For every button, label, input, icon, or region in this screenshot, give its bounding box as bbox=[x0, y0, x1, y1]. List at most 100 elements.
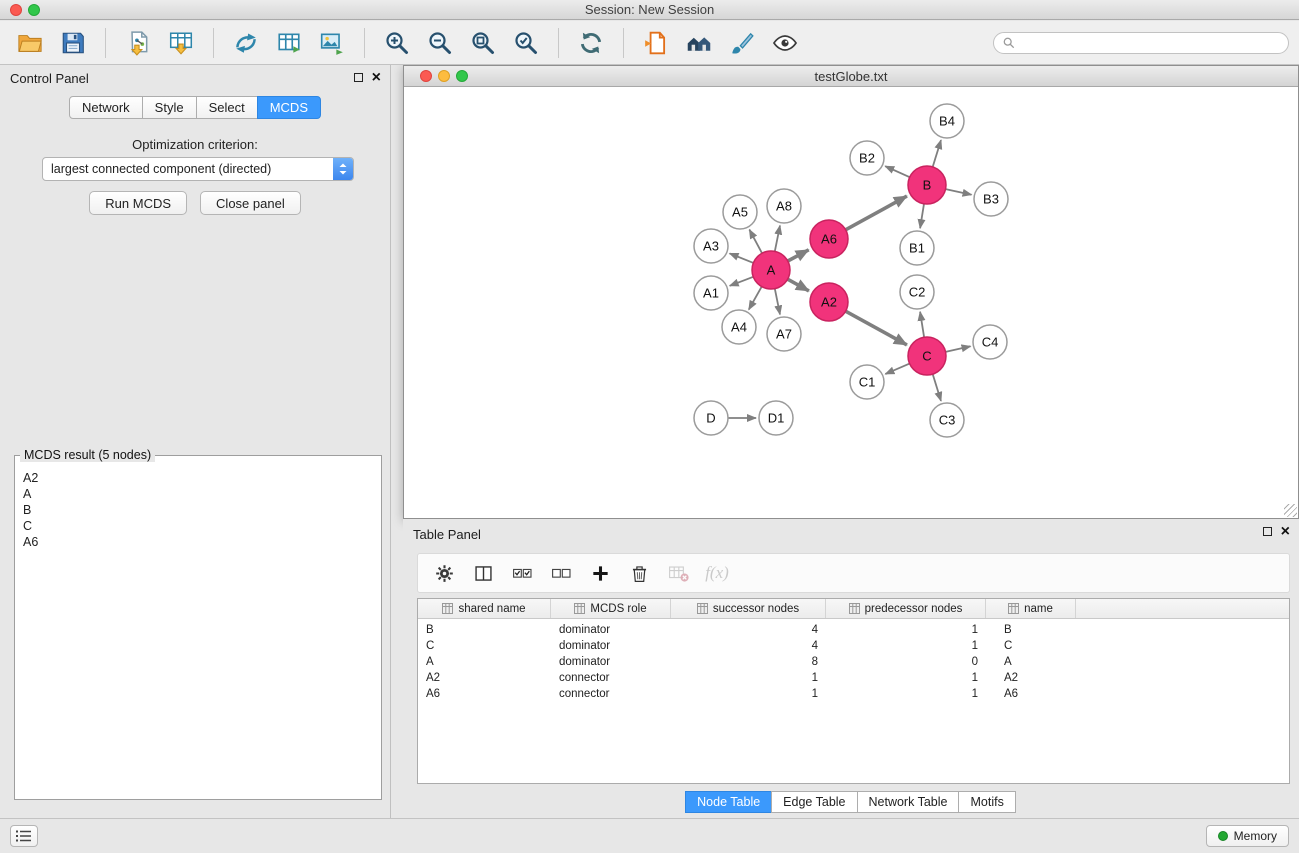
tab-network[interactable]: Network bbox=[69, 96, 143, 119]
node-B[interactable]: B bbox=[908, 166, 946, 204]
node-A5[interactable]: A5 bbox=[723, 195, 757, 229]
node-A4[interactable]: A4 bbox=[722, 310, 756, 344]
column-header-name[interactable]: name bbox=[986, 599, 1076, 618]
delete-table-button[interactable] bbox=[660, 557, 696, 589]
table-panel-float-button[interactable] bbox=[1263, 527, 1272, 536]
node-B2[interactable]: B2 bbox=[850, 141, 884, 175]
node-C2[interactable]: C2 bbox=[900, 275, 934, 309]
show-columns-button[interactable] bbox=[465, 557, 501, 589]
tab-node-table[interactable]: Node Table bbox=[685, 791, 772, 813]
result-item[interactable]: C bbox=[23, 518, 373, 534]
column-header-MCDS-role[interactable]: MCDS role bbox=[551, 599, 671, 618]
result-item[interactable]: A6 bbox=[23, 534, 373, 550]
edge-A-A4[interactable] bbox=[749, 287, 762, 310]
control-panel-float-button[interactable] bbox=[354, 73, 363, 82]
close-panel-button[interactable]: Close panel bbox=[200, 191, 301, 215]
edge-A-A6[interactable] bbox=[788, 250, 809, 261]
table-row[interactable]: A2connector11A2 bbox=[418, 670, 1289, 686]
node-D1[interactable]: D1 bbox=[759, 401, 793, 435]
search-input[interactable] bbox=[1020, 36, 1279, 50]
result-item[interactable]: A bbox=[23, 486, 373, 502]
table-row[interactable]: Bdominator41B bbox=[418, 622, 1289, 638]
network-close-button[interactable] bbox=[420, 70, 432, 82]
table-settings-button[interactable] bbox=[426, 557, 462, 589]
edge-B-B3[interactable] bbox=[946, 189, 972, 195]
search-box[interactable] bbox=[993, 32, 1289, 54]
result-item[interactable]: A2 bbox=[23, 470, 373, 486]
edge-A-A1[interactable] bbox=[730, 277, 754, 286]
tab-style[interactable]: Style bbox=[142, 96, 197, 119]
function-builder-button[interactable]: f(x) bbox=[699, 557, 735, 589]
zoom-in-button[interactable] bbox=[377, 25, 417, 61]
column-header-successor-nodes[interactable]: successor nodes bbox=[671, 599, 826, 618]
save-session-button[interactable] bbox=[53, 25, 93, 61]
new-network-button[interactable] bbox=[226, 25, 266, 61]
import-network-from-file-button[interactable] bbox=[118, 25, 158, 61]
edge-A2-C[interactable] bbox=[846, 311, 907, 345]
table-row[interactable]: A6connector11A6 bbox=[418, 686, 1289, 702]
table-panel-close-button[interactable]: × bbox=[1281, 526, 1290, 537]
open-session-button[interactable] bbox=[10, 25, 50, 61]
edge-C-C2[interactable] bbox=[920, 312, 924, 337]
edge-C-C4[interactable] bbox=[946, 346, 971, 352]
tab-mcds[interactable]: MCDS bbox=[257, 96, 321, 119]
export-graphics-button[interactable] bbox=[312, 25, 352, 61]
edge-A-A7[interactable] bbox=[775, 289, 780, 315]
edge-B-B2[interactable] bbox=[885, 166, 910, 177]
optimization-criterion-select[interactable]: largest connected component (directed) bbox=[42, 157, 354, 181]
unselect-all-columns-button[interactable] bbox=[543, 557, 579, 589]
zoom-out-button[interactable] bbox=[420, 25, 460, 61]
column-header-predecessor-nodes[interactable]: predecessor nodes bbox=[826, 599, 986, 618]
node-C3[interactable]: C3 bbox=[930, 403, 964, 437]
network-canvas[interactable]: AA1A2A3A4A5A6A7A8BB1B2B3B4CC1C2C3C4DD1 bbox=[404, 87, 1298, 518]
tab-network-table[interactable]: Network Table bbox=[857, 791, 960, 813]
run-mcds-button[interactable]: Run MCDS bbox=[89, 191, 187, 215]
new-table-button[interactable] bbox=[269, 25, 309, 61]
node-A7[interactable]: A7 bbox=[767, 317, 801, 351]
edge-A-A3[interactable] bbox=[730, 253, 754, 263]
node-C4[interactable]: C4 bbox=[973, 325, 1007, 359]
node-A6[interactable]: A6 bbox=[810, 220, 848, 258]
control-panel-close-button[interactable]: × bbox=[372, 72, 381, 83]
add-column-button[interactable] bbox=[582, 557, 618, 589]
resize-grip[interactable] bbox=[1284, 504, 1297, 517]
select-all-columns-button[interactable] bbox=[504, 557, 540, 589]
apply-style-button[interactable] bbox=[722, 25, 762, 61]
edge-C-C3[interactable] bbox=[933, 374, 941, 401]
table-row[interactable]: Adominator80A bbox=[418, 654, 1289, 670]
tab-motifs[interactable]: Motifs bbox=[958, 791, 1015, 813]
show-graphics-details-button[interactable] bbox=[765, 25, 805, 61]
edge-A-A8[interactable] bbox=[775, 226, 780, 252]
node-B3[interactable]: B3 bbox=[974, 182, 1008, 216]
node-A3[interactable]: A3 bbox=[694, 229, 728, 263]
import-table-from-file-button[interactable] bbox=[161, 25, 201, 61]
table-row[interactable]: Cdominator41C bbox=[418, 638, 1289, 654]
node-C[interactable]: C bbox=[908, 337, 946, 375]
column-header-shared-name[interactable]: shared name bbox=[418, 599, 551, 618]
result-item[interactable]: B bbox=[23, 502, 373, 518]
node-A8[interactable]: A8 bbox=[767, 189, 801, 223]
node-C1[interactable]: C1 bbox=[850, 365, 884, 399]
reset-session-view-button[interactable] bbox=[679, 25, 719, 61]
edge-A-A2[interactable] bbox=[788, 279, 809, 291]
node-D[interactable]: D bbox=[694, 401, 728, 435]
panel-menu-button[interactable] bbox=[10, 825, 38, 847]
zoom-fit-content-button[interactable] bbox=[463, 25, 503, 61]
memory-button[interactable]: Memory bbox=[1206, 825, 1289, 847]
node-A1[interactable]: A1 bbox=[694, 276, 728, 310]
node-B4[interactable]: B4 bbox=[930, 104, 964, 138]
delete-columns-button[interactable] bbox=[621, 557, 657, 589]
network-zoom-button[interactable] bbox=[456, 70, 468, 82]
tab-edge-table[interactable]: Edge Table bbox=[771, 791, 857, 813]
open-network-file-button[interactable] bbox=[636, 25, 676, 61]
network-minimize-button[interactable] bbox=[438, 70, 450, 82]
edge-B-B1[interactable] bbox=[920, 204, 924, 228]
edge-A-A5[interactable] bbox=[749, 230, 762, 254]
node-A[interactable]: A bbox=[752, 251, 790, 289]
apply-preferred-layout-button[interactable] bbox=[571, 25, 611, 61]
edge-C-C1[interactable] bbox=[885, 364, 909, 374]
edge-B-B4[interactable] bbox=[933, 140, 941, 167]
zoom-selected-region-button[interactable] bbox=[506, 25, 546, 61]
tab-select[interactable]: Select bbox=[196, 96, 258, 119]
edge-A6-B[interactable] bbox=[846, 196, 907, 230]
